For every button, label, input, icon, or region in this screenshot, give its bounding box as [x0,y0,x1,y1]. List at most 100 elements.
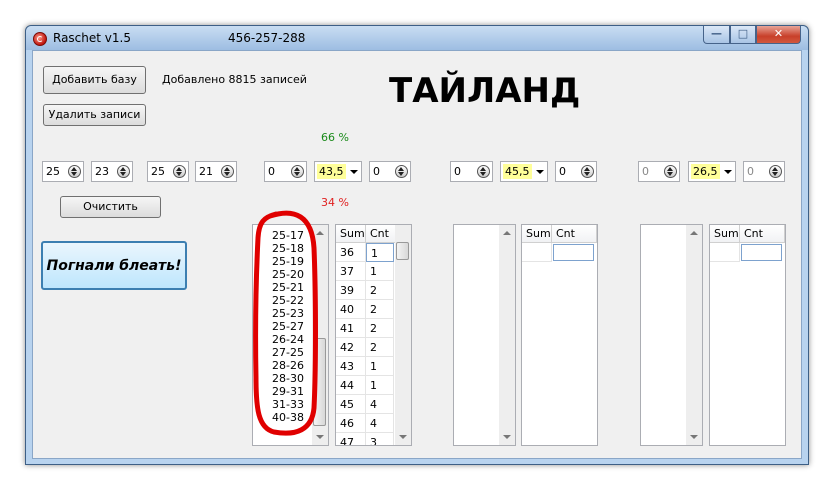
grid1-sum-cell[interactable]: 46 [336,414,366,433]
group1-left-spinner[interactable]: 0 [264,161,307,182]
grid3-header-cnt[interactable]: Cnt [740,225,785,243]
group2-right-spinner[interactable]: 0 [555,161,597,182]
grid1-cnt-cell[interactable]: 4 [366,414,394,433]
scroll-up-icon[interactable] [503,231,511,235]
list-item[interactable]: 28-30 [272,372,304,385]
spin-arrows-icon[interactable] [173,165,186,178]
list-item[interactable]: 27-25 [272,346,304,359]
add-base-button[interactable]: Добавить базу [43,66,146,94]
grid1-cnt-cell[interactable]: 2 [366,338,394,357]
list-item[interactable]: 25-19 [272,255,304,268]
grid2-header-cnt[interactable]: Cnt [552,225,597,243]
grid1-header-cnt[interactable]: Cnt [366,225,396,243]
scroll-up-icon[interactable] [316,231,324,235]
score-list-3[interactable] [640,224,703,446]
grid1-sum-cell[interactable]: 47 [336,433,366,445]
grid1-sum-cell[interactable]: 37 [336,262,366,281]
grid1-cnt-cell[interactable]: 3 [366,433,394,445]
scroll-down-icon[interactable] [316,435,324,439]
scroll-down-icon[interactable] [690,435,698,439]
list-item[interactable]: 25-17 [272,229,304,242]
sum-count-grid-1[interactable]: Sum Cnt 36 1 37 1 39 2 40 2 41 2 42 2 43 1 44 1 45 4 46 4 47… [335,224,412,446]
spin-arrows-icon[interactable] [477,165,490,178]
spin-arrows-icon[interactable] [291,165,304,178]
sum-count-grid-2[interactable]: Sum Cnt [521,224,598,446]
delete-records-button[interactable]: Удалить записи [43,104,146,126]
score-spinner-3[interactable]: 25 [147,161,189,182]
list-item[interactable]: 31-33 [272,398,304,411]
grid1-cnt-cell[interactable]: 2 [366,300,394,319]
clear-button[interactable]: Очистить [60,196,161,218]
grid1-sum-cell[interactable]: 39 [336,281,366,300]
list-item[interactable]: 28-26 [272,359,304,372]
score-spinner-4[interactable]: 21 [195,161,237,182]
grid1-cnt-cell[interactable]: 1 [366,357,394,376]
scroll-down-icon[interactable] [503,435,511,439]
scroll-thumb[interactable] [313,338,326,426]
list-item[interactable]: 25-21 [272,281,304,294]
grid1-sum-cell[interactable]: 42 [336,338,366,357]
score-spinner-1[interactable]: 25 [42,161,84,182]
group3-left-spinner[interactable]: 0 [638,161,680,182]
score-spinner-2[interactable]: 23 [91,161,133,182]
grid1-cnt-cell[interactable]: 2 [366,281,394,300]
grid1-cnt-cell[interactable]: 1 [366,243,394,262]
minimize-button[interactable]: — [703,26,730,44]
grid1-cnt-cell[interactable]: 1 [366,262,394,281]
spin-arrows-icon[interactable] [117,165,130,178]
grid1-sum-cell[interactable]: 44 [336,376,366,395]
grid3-empty-cell[interactable] [710,243,740,262]
grid1-cnt-cell[interactable]: 2 [366,319,394,338]
group3-right-spinner[interactable]: 0 [743,161,785,182]
grid1-cnt-cell[interactable]: 1 [366,376,394,395]
group2-total-combo[interactable]: 45,5 [500,161,548,182]
spin-arrows-icon[interactable] [395,165,408,178]
grid2-empty-cell[interactable] [522,243,552,262]
go-button[interactable]: Погнали блеать! [41,241,187,290]
list1-scrollbar[interactable] [312,225,328,445]
list-item[interactable]: 25-27 [272,320,304,333]
scroll-up-icon[interactable] [690,231,698,235]
list-item[interactable]: 25-20 [272,268,304,281]
spin-arrows-icon[interactable] [664,165,677,178]
group2-left-spinner[interactable]: 0 [450,161,493,182]
list-item[interactable]: 25-18 [272,242,304,255]
list-item[interactable]: 40-38 [272,411,304,424]
score-list-1[interactable]: 25-17 25-18 25-19 25-20 25-21 25-22 25-23 25-27… [252,224,329,446]
spin-arrows-icon[interactable] [581,165,594,178]
group1-right-spinner[interactable]: 0 [369,161,411,182]
grid1-sum-cell[interactable]: 43 [336,357,366,376]
maximize-button[interactable]: □ [730,26,756,44]
grid1-sum-cell[interactable]: 40 [336,300,366,319]
close-button[interactable]: ✕ [756,26,801,44]
list-item[interactable]: 26-24 [272,333,304,346]
grid1-sum-cell[interactable]: 45 [336,395,366,414]
grid3-header-sum[interactable]: Sum [710,225,740,243]
grid2-header-sum[interactable]: Sum [522,225,552,243]
spin-arrows-icon[interactable] [769,165,782,178]
spin-arrows-icon[interactable] [68,165,81,178]
list-item[interactable]: 25-22 [272,294,304,307]
grid1-scrollbar[interactable] [395,225,411,445]
title-bar[interactable]: Raschet v1.5 456-257-288 — □ ✕ [26,26,808,50]
dropdown-arrow-icon[interactable] [350,170,358,174]
score-list-2[interactable] [453,224,516,446]
list-item[interactable]: 25-23 [272,307,304,320]
scroll-down-icon[interactable] [399,435,407,439]
grid1-sum-cell[interactable]: 41 [336,319,366,338]
grid1-cnt-cell[interactable]: 4 [366,395,394,414]
grid1-sum-cell[interactable]: 36 [336,243,366,262]
list-item[interactable]: 29-31 [272,385,304,398]
spin-arrows-icon[interactable] [221,165,234,178]
grid2-selected-cell[interactable] [553,244,594,261]
group1-total-combo[interactable]: 43,5 [314,161,362,182]
list2-scrollbar[interactable] [499,225,515,445]
sum-count-grid-3[interactable]: Sum Cnt [709,224,786,446]
dropdown-arrow-icon[interactable] [536,170,544,174]
grid3-selected-cell[interactable] [741,244,782,261]
dropdown-arrow-icon[interactable] [724,170,732,174]
list3-scrollbar[interactable] [686,225,702,445]
group3-total-combo[interactable]: 26,5 [688,161,736,182]
scroll-thumb[interactable] [396,242,409,260]
grid1-header-sum[interactable]: Sum [336,225,366,243]
